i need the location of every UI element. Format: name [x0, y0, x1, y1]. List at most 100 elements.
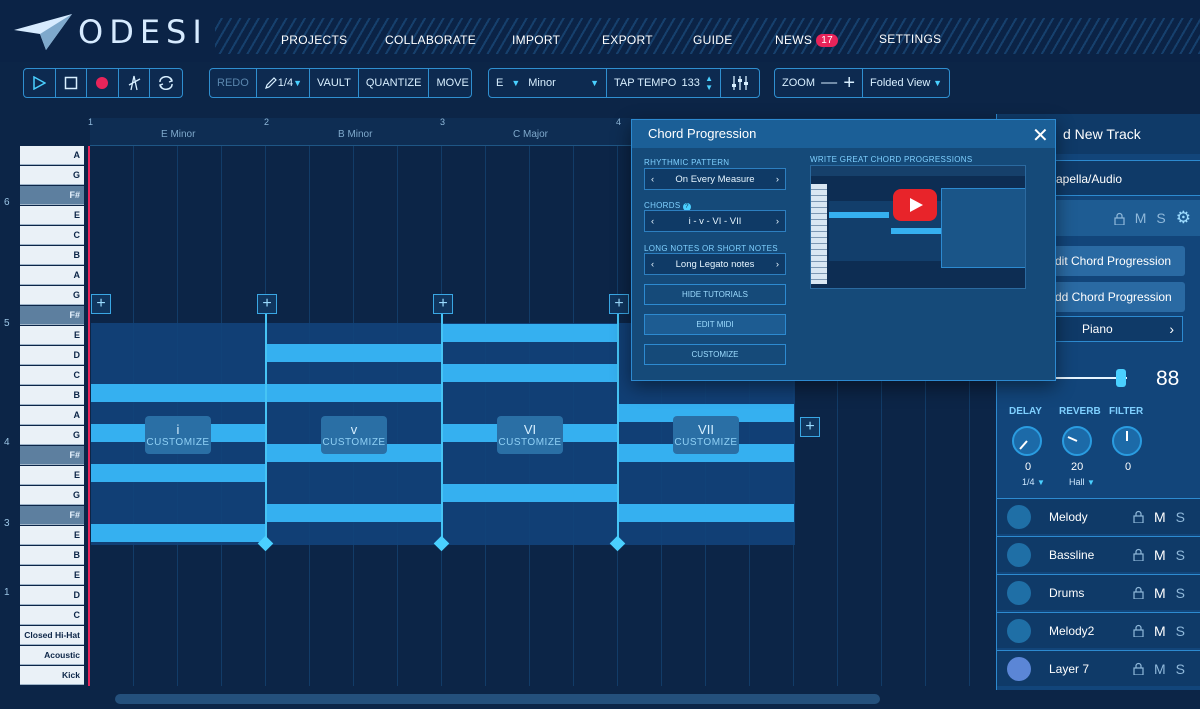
nav-settings[interactable]: SETTINGS — [879, 32, 941, 46]
mute-button[interactable]: M — [1154, 623, 1166, 639]
piano-key[interactable]: A — [20, 406, 84, 425]
chevron-right-icon[interactable]: › — [776, 174, 779, 185]
piano-key[interactable]: D — [20, 586, 84, 605]
midi-note[interactable] — [443, 364, 618, 382]
piano-key[interactable]: C — [20, 366, 84, 385]
chord-label-vii[interactable]: VII CUSTOMIZE — [673, 416, 739, 454]
zoom-in-icon[interactable]: + — [843, 72, 855, 95]
piano-key[interactable]: Acoustic Snare — [20, 646, 84, 679]
record-button[interactable] — [87, 69, 119, 97]
key-select[interactable]: E ▼ Minor ▼ — [489, 69, 607, 97]
logo[interactable]: ODESI — [12, 10, 208, 54]
redo-button[interactable]: REDO — [210, 69, 257, 97]
notes-length-select[interactable]: ‹ Long Legato notes › — [644, 253, 786, 275]
loop-button[interactable] — [150, 69, 182, 97]
vault-button[interactable]: VAULT — [310, 69, 359, 97]
mute-button[interactable]: M — [1154, 547, 1166, 563]
piano-key[interactable]: G — [20, 166, 84, 185]
piano-key[interactable]: B — [20, 246, 84, 265]
chevron-left-icon[interactable]: ‹ — [651, 216, 654, 227]
piano-key[interactable]: E — [20, 206, 84, 225]
mixer-button[interactable] — [721, 69, 759, 97]
chevron-right-icon[interactable]: › — [776, 259, 779, 270]
horizontal-scrollbar[interactable] — [115, 694, 880, 704]
midi-note[interactable] — [267, 504, 442, 522]
lock-icon[interactable] — [1133, 510, 1144, 523]
nav-import[interactable]: IMPORT — [512, 33, 560, 47]
track-color-swatch[interactable] — [1007, 542, 1031, 567]
reverb-sub-select[interactable]: Hall ▼ — [1069, 477, 1095, 487]
lock-icon[interactable] — [1133, 548, 1144, 561]
nav-collaborate[interactable]: COLLABORATE — [385, 33, 476, 47]
solo-button[interactable]: S — [1176, 509, 1185, 525]
piano-key[interactable]: G — [20, 486, 84, 505]
grid-select[interactable]: 1/4 ▼ — [257, 69, 310, 97]
midi-note[interactable] — [267, 384, 442, 402]
lock-icon[interactable] — [1114, 212, 1125, 225]
reverb-knob[interactable] — [1062, 426, 1092, 456]
nav-projects[interactable]: PROJECTS — [281, 33, 347, 47]
solo-button[interactable]: S — [1176, 623, 1185, 639]
gear-icon[interactable]: ⚙ — [1176, 208, 1191, 228]
edit-midi-button[interactable]: EDIT MIDI — [644, 314, 786, 335]
chord-divider[interactable] — [617, 312, 619, 544]
filter-knob[interactable] — [1112, 426, 1142, 456]
piano-key[interactable]: F# — [20, 186, 84, 205]
track-row[interactable]: Melody M S — [997, 498, 1200, 534]
track-color-swatch[interactable] — [1007, 618, 1031, 643]
chords-select[interactable]: ‹ i - v - VI - VII › — [644, 210, 786, 232]
customize-button[interactable]: CUSTOMIZE — [644, 344, 786, 365]
track-color-swatch[interactable] — [1007, 504, 1031, 529]
midi-note[interactable] — [443, 324, 618, 342]
nav-news[interactable]: NEWS 17 — [775, 33, 838, 47]
solo-button[interactable]: S — [1176, 661, 1185, 677]
tempo-stepper-icon[interactable]: ▲ ▼ — [705, 74, 713, 92]
piano-key[interactable]: F# — [20, 306, 84, 325]
add-chord-icon[interactable]: + — [800, 417, 820, 437]
lock-icon[interactable] — [1133, 586, 1144, 599]
add-chord-icon[interactable]: + — [91, 294, 111, 314]
playhead[interactable] — [88, 146, 90, 686]
chevron-left-icon[interactable]: ‹ — [651, 259, 654, 270]
midi-note[interactable] — [91, 524, 266, 542]
instrument-select[interactable]: Piano › — [1055, 316, 1183, 342]
track-color-swatch[interactable] — [1007, 656, 1031, 681]
add-chord-icon[interactable]: + — [609, 294, 629, 314]
mute-button[interactable]: M — [1154, 585, 1166, 601]
midi-note[interactable] — [443, 484, 618, 502]
piano-key[interactable]: C — [20, 226, 84, 245]
mute-button[interactable]: M — [1154, 509, 1166, 525]
piano-key[interactable]: E — [20, 526, 84, 545]
track-row[interactable]: Bassline M S — [997, 536, 1200, 572]
volume-slider-thumb[interactable] — [1116, 369, 1127, 387]
piano-key[interactable]: E — [20, 326, 84, 345]
piano-key[interactable]: C — [20, 606, 84, 625]
play-button[interactable] — [24, 69, 56, 97]
piano-key[interactable]: B — [20, 546, 84, 565]
nav-export[interactable]: EXPORT — [602, 33, 653, 47]
tempo-control[interactable]: TAP TEMPO 133 ▲ ▼ — [607, 69, 721, 97]
chord-divider[interactable] — [441, 312, 443, 544]
chord-label-i[interactable]: i CUSTOMIZE — [145, 416, 211, 454]
lock-icon[interactable] — [1133, 662, 1144, 675]
add-chord-icon[interactable]: + — [433, 294, 453, 314]
track-row[interactable]: Layer 7 MS — [997, 650, 1200, 686]
piano-key[interactable]: A — [20, 146, 84, 165]
piano-key[interactable]: F# — [20, 446, 84, 465]
add-chord-icon[interactable]: + — [257, 294, 277, 314]
rhythmic-pattern-select[interactable]: ‹ On Every Measure › — [644, 168, 786, 190]
midi-note[interactable] — [267, 344, 442, 362]
move-button[interactable]: MOVE — [429, 69, 475, 97]
midi-note[interactable] — [91, 464, 266, 482]
midi-note[interactable] — [91, 384, 266, 402]
chord-label-vi[interactable]: VI CUSTOMIZE — [497, 416, 563, 454]
track-row[interactable]: Drums M S — [997, 574, 1200, 610]
chord-label-v[interactable]: v CUSTOMIZE — [321, 416, 387, 454]
zoom-out-icon[interactable]: — — [821, 74, 837, 92]
solo-button[interactable]: S — [1176, 547, 1185, 563]
piano-key[interactable]: G — [20, 426, 84, 445]
tutorial-video[interactable] — [810, 165, 1026, 289]
lock-icon[interactable] — [1133, 624, 1144, 637]
piano-key[interactable]: B — [20, 386, 84, 405]
chord-divider[interactable] — [265, 312, 267, 544]
